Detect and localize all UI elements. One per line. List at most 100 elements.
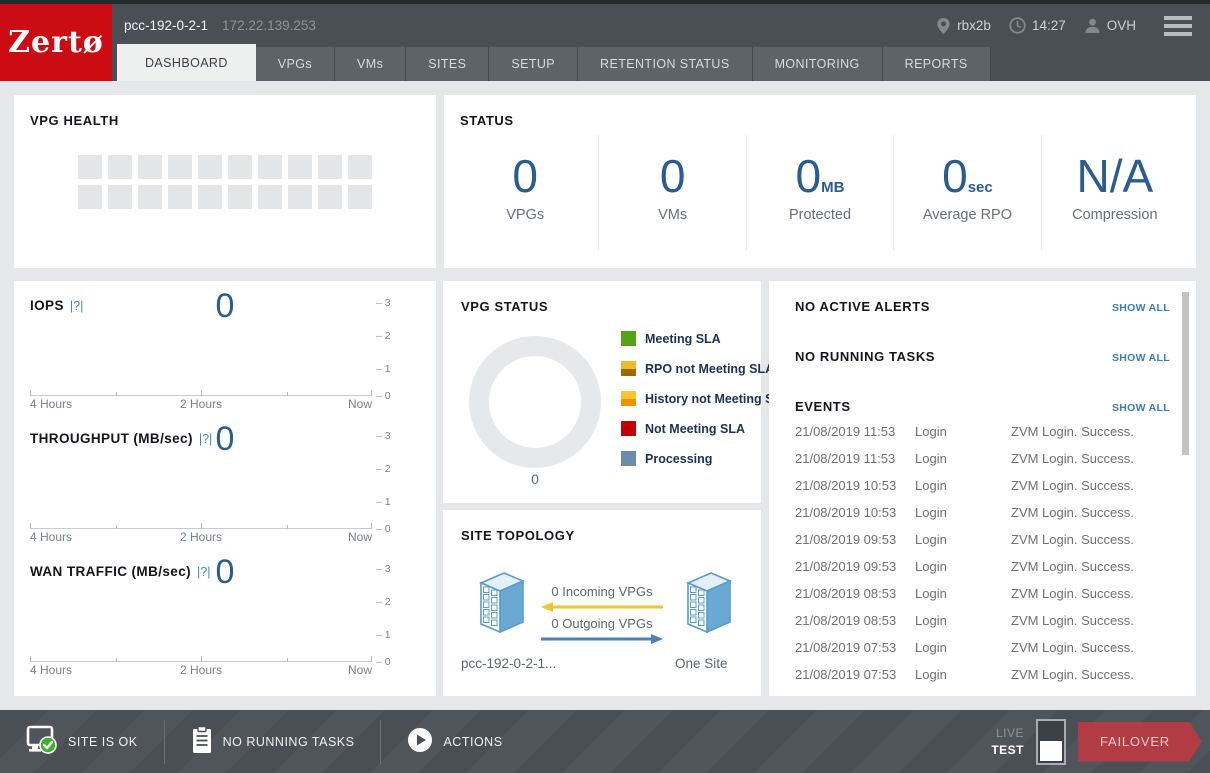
toggle-knob bbox=[1040, 741, 1062, 761]
vpg-health-cell bbox=[198, 185, 222, 209]
vpg-health-grid bbox=[78, 155, 372, 209]
event-row[interactable]: 21/08/2019 10:53 Login ZVM Login. Succes… bbox=[795, 472, 1178, 499]
bottom-status-bar: SITE IS OK NO RUNNING TASKS bbox=[0, 710, 1210, 773]
tab-sites[interactable]: SITES bbox=[406, 47, 489, 81]
event-row[interactable]: 21/08/2019 09:53 Login ZVM Login. Succes… bbox=[795, 553, 1178, 580]
site-ip: 172.22.139.253 bbox=[222, 18, 316, 33]
tasks-title: NO RUNNING TASKS bbox=[795, 349, 935, 364]
metric-unit: MB bbox=[821, 180, 844, 199]
site-time: 14:27 bbox=[1009, 17, 1066, 34]
status-metric-protected: 0MB Protected bbox=[746, 135, 893, 250]
running-tasks-indicator[interactable]: NO RUNNING TASKS bbox=[165, 726, 381, 757]
event-row[interactable]: 21/08/2019 09:53 Login ZVM Login. Succes… bbox=[795, 526, 1178, 553]
tab-retention-status[interactable]: RETENTION STATUS bbox=[578, 47, 753, 81]
top-border-strip bbox=[0, 0, 1210, 4]
alerts-title: NO ACTIVE ALERTS bbox=[795, 299, 930, 314]
y-axis-tick: 0 bbox=[376, 390, 426, 402]
event-time: 21/08/2019 09:53 bbox=[795, 532, 915, 547]
tab-bar: DASHBOARD VPGs VMs SITES SETUP RETENTION… bbox=[0, 47, 1210, 81]
user-icon bbox=[1084, 17, 1101, 34]
event-type: Login bbox=[915, 505, 1011, 520]
remote-site-name[interactable]: One Site bbox=[675, 656, 728, 671]
local-site-name[interactable]: pcc-192-0-2-1... bbox=[461, 656, 556, 671]
location-pin-icon bbox=[936, 17, 951, 35]
events-scrollbar[interactable] bbox=[1182, 292, 1189, 455]
legend-item-rpo-not-meeting-sla: RPO not Meeting SLA bbox=[621, 361, 790, 376]
zerto-logo[interactable]: Zertø bbox=[0, 4, 112, 81]
chart-current-value: 0 bbox=[14, 420, 436, 459]
legend-swatch-amber bbox=[621, 361, 636, 376]
event-row[interactable]: 21/08/2019 08:53 Login ZVM Login. Succes… bbox=[795, 607, 1178, 634]
tab-monitoring[interactable]: MONITORING bbox=[753, 47, 883, 81]
vpg-health-cell bbox=[228, 185, 252, 209]
vpg-status-panel: VPG STATUS 0 Meeting SLA RPO not Meeting… bbox=[443, 281, 761, 503]
event-row[interactable]: 21/08/2019 07:53 Login ZVM Login. Succes… bbox=[795, 634, 1178, 661]
event-description: ZVM Login. Success. bbox=[1011, 667, 1178, 682]
event-row[interactable]: 21/08/2019 07:53 Login ZVM Login. Succes… bbox=[795, 661, 1178, 688]
throughput-chart: THROUGHPUT (MB/sec) |?| 0 3 2 1 0 4 Hour… bbox=[14, 414, 436, 547]
chart-current-value: 0 bbox=[14, 553, 436, 592]
vpg-status-title: VPG STATUS bbox=[461, 299, 548, 314]
live-test-toggle[interactable] bbox=[1036, 719, 1066, 765]
user-menu[interactable]: OVH bbox=[1084, 17, 1136, 34]
site-status-indicator[interactable]: SITE IS OK bbox=[0, 725, 164, 758]
live-label: LIVE bbox=[996, 726, 1024, 740]
metric-value: 0 bbox=[660, 153, 686, 199]
events-show-all-link[interactable]: SHOW ALL bbox=[1112, 402, 1170, 414]
event-type: Login bbox=[915, 586, 1011, 601]
iops-chart: IOPS |?| 0 3 2 1 0 4 Hours 2 Hours Now bbox=[14, 281, 436, 414]
actions-button[interactable]: ACTIONS bbox=[381, 727, 528, 756]
y-axis-tick: 2 bbox=[376, 463, 426, 475]
event-row[interactable]: 21/08/2019 10:53 Login ZVM Login. Succes… bbox=[795, 499, 1178, 526]
legend-item-processing: Processing bbox=[621, 451, 790, 466]
remote-site-building-icon[interactable] bbox=[680, 570, 738, 641]
tab-setup[interactable]: SETUP bbox=[489, 47, 578, 81]
status-metric-average-rpo: 0sec Average RPO bbox=[893, 135, 1040, 250]
event-description: ZVM Login. Success. bbox=[1011, 640, 1178, 655]
vpg-health-cell bbox=[168, 155, 192, 179]
event-row[interactable]: 21/08/2019 11:53 Login ZVM Login. Succes… bbox=[795, 418, 1178, 445]
metric-value: 0 bbox=[796, 153, 822, 199]
event-row[interactable]: 21/08/2019 08:53 Login ZVM Login. Succes… bbox=[795, 580, 1178, 607]
local-site-building-icon[interactable] bbox=[473, 570, 531, 641]
monitor-ok-icon bbox=[26, 725, 58, 758]
event-type: Login bbox=[915, 451, 1011, 466]
event-description: ZVM Login. Success. bbox=[1011, 613, 1178, 628]
event-time: 21/08/2019 11:53 bbox=[795, 424, 915, 439]
y-axis-tick: 1 bbox=[376, 496, 426, 508]
alerts-tasks-events-panel: NO ACTIVE ALERTS SHOW ALL NO RUNNING TAS… bbox=[769, 281, 1196, 696]
event-time: 21/08/2019 10:53 bbox=[795, 505, 915, 520]
wan-traffic-chart: WAN TRAFFIC (MB/sec) |?| 0 3 2 1 0 4 Hou… bbox=[14, 547, 436, 680]
event-description: ZVM Login. Success. bbox=[1011, 478, 1178, 493]
tab-dashboard[interactable]: DASHBOARD bbox=[117, 44, 256, 81]
clock-icon bbox=[1009, 17, 1026, 34]
outgoing-vpgs-label: 0 Outgoing VPGs bbox=[537, 616, 667, 631]
vpg-health-cell bbox=[78, 185, 102, 209]
legend-item-not-meeting-sla: Not Meeting SLA bbox=[621, 421, 790, 436]
x-label: Now bbox=[348, 663, 372, 677]
events-list: 21/08/2019 11:53 Login ZVM Login. Succes… bbox=[795, 418, 1178, 688]
metric-value: 0 bbox=[512, 153, 538, 199]
x-axis bbox=[30, 661, 372, 662]
metric-label: Protected bbox=[789, 207, 851, 223]
alerts-show-all-link[interactable]: SHOW ALL bbox=[1112, 302, 1170, 314]
status-metric-vpgs: 0 VPGs bbox=[452, 135, 598, 250]
vpg-health-cell bbox=[228, 155, 252, 179]
tab-vms[interactable]: VMs bbox=[335, 47, 406, 81]
event-type: Login bbox=[915, 613, 1011, 628]
tab-vpgs[interactable]: VPGs bbox=[256, 47, 335, 81]
tab-reports[interactable]: REPORTS bbox=[883, 47, 991, 81]
event-type: Login bbox=[915, 424, 1011, 439]
site-topology-title: SITE TOPOLOGY bbox=[461, 528, 575, 543]
event-row[interactable]: 21/08/2019 11:53 Login ZVM Login. Succes… bbox=[795, 445, 1178, 472]
tasks-show-all-link[interactable]: SHOW ALL bbox=[1112, 352, 1170, 364]
vpg-health-cell bbox=[108, 155, 132, 179]
x-axis bbox=[30, 395, 372, 396]
failover-button[interactable]: FAILOVER bbox=[1078, 722, 1202, 762]
event-description: ZVM Login. Success. bbox=[1011, 532, 1178, 547]
incoming-vpgs-label: 0 Incoming VPGs bbox=[537, 584, 667, 599]
vpg-health-cell bbox=[258, 185, 282, 209]
site-status-label: SITE IS OK bbox=[68, 735, 138, 749]
hamburger-menu-icon[interactable] bbox=[1164, 16, 1192, 36]
events-title: EVENTS bbox=[795, 399, 851, 414]
